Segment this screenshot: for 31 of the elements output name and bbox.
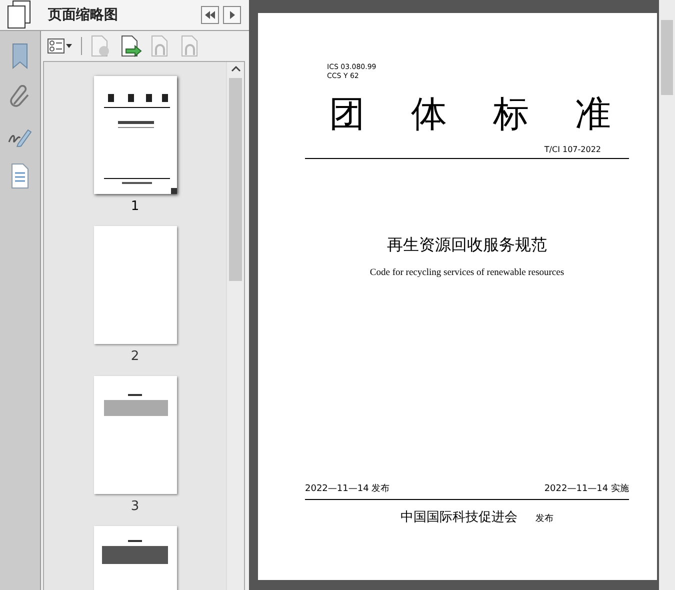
scrollbar[interactable] — [226, 62, 244, 590]
panel-title: 页面缩略图 — [48, 6, 119, 24]
right-arrow-icon — [228, 10, 236, 20]
double-left-arrow-icon — [204, 10, 216, 20]
standard-number: T/CI 107-2022 — [543, 145, 602, 154]
publish-date: 2022—11—14 发布 — [305, 482, 390, 495]
scroll-up-icon[interactable] — [230, 66, 240, 72]
document-title: 再生资源回收服务规范 — [386, 235, 548, 256]
implement-date: 2022—11—14 实施 — [544, 482, 629, 495]
page-thumbnail[interactable] — [94, 376, 176, 494]
page-thumbnail[interactable] — [94, 76, 176, 194]
heading-character: 体 — [411, 93, 447, 137]
heading-character: 准 — [575, 93, 611, 137]
pages-icon[interactable] — [6, 0, 32, 30]
publisher-note: 发布 — [536, 512, 554, 525]
options-button[interactable] — [47, 38, 73, 54]
document-icon[interactable] — [10, 163, 30, 189]
heading-character: 团 — [329, 93, 365, 137]
page-number: 2 — [130, 349, 140, 364]
expand-button[interactable] — [223, 6, 241, 24]
insert-page-button[interactable] — [120, 35, 142, 57]
paperclip-icon[interactable] — [9, 85, 31, 109]
scrollbar[interactable] — [659, 0, 675, 590]
page-number: 1 — [130, 199, 140, 214]
heading-character: 标 — [493, 93, 529, 137]
bookmark-icon[interactable] — [10, 43, 30, 69]
publisher-name: 中国国际科技促进会 — [400, 509, 518, 526]
page-thumbnail[interactable] — [94, 226, 176, 344]
collapse-button[interactable] — [201, 6, 219, 24]
document-subtitle: Code for recycling services of renewable resources — [368, 268, 566, 278]
page-number: 3 — [130, 499, 140, 514]
